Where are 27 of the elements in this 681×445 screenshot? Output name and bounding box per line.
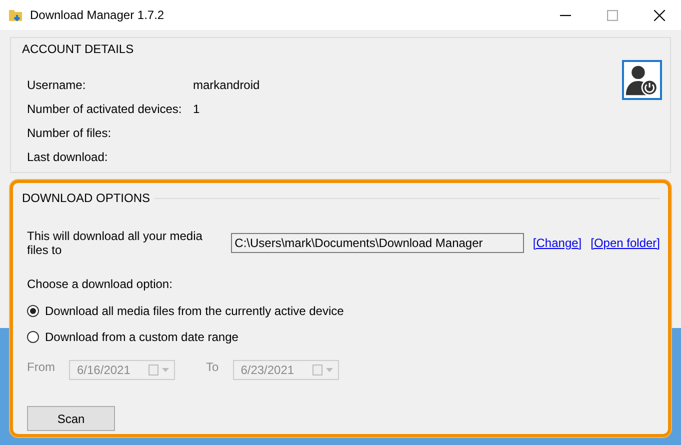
field-label: Username: — [27, 78, 87, 92]
user-power-icon — [625, 63, 659, 97]
section-title: DOWNLOAD OPTIONS — [22, 191, 150, 205]
folder-link[interactable]: [Change] — [532, 236, 582, 250]
field-label: Number of files: — [27, 126, 112, 140]
calendar-dropdown-icon — [148, 364, 170, 376]
window-title: Download Manager 1.7.2 — [30, 8, 164, 22]
radio-button[interactable] — [27, 331, 39, 343]
close-icon[interactable] — [654, 10, 665, 20]
scan-button[interactable]: Scan — [27, 406, 115, 431]
radio-button[interactable] — [27, 305, 39, 317]
folder-link[interactable]: [Open folder] — [590, 236, 660, 250]
path-field[interactable]: C:\Users\mark\Documents\Download Manager — [230, 233, 524, 253]
download-option[interactable]: Download from a custom date range — [27, 330, 660, 344]
field-label: Last download: — [27, 150, 109, 164]
logout-button[interactable] — [622, 60, 662, 100]
date-label: From — [27, 360, 55, 374]
field-value: markandroid — [193, 78, 260, 92]
calendar-dropdown-icon — [312, 364, 334, 376]
field-label: Number of activated devices: — [27, 102, 183, 116]
option-prompt: Choose a download option: — [27, 277, 174, 291]
folder-icon — [8, 7, 24, 23]
section-title: ACCOUNT DETAILS — [20, 42, 136, 56]
download-option[interactable]: Download all media files from the currently active device — [27, 304, 660, 318]
path-label: This will download all your media files to — [27, 229, 204, 257]
date-label: To — [206, 360, 219, 374]
field-value: 1 — [193, 102, 200, 116]
